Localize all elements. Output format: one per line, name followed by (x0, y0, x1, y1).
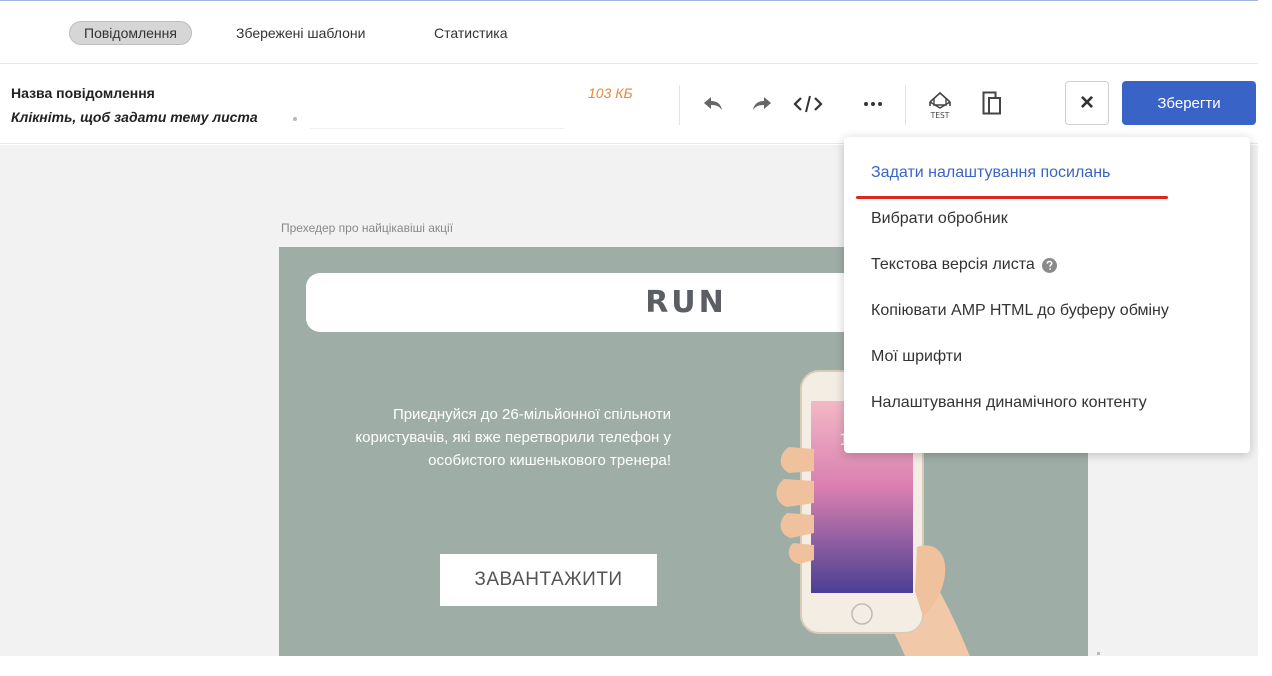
right-strip (1258, 0, 1272, 676)
redo-icon[interactable] (745, 87, 779, 121)
menu-item-text-version-label: Текстова версія листа (871, 256, 1035, 273)
subject-prompt[interactable]: Клікніть, щоб задати тему листа (11, 109, 258, 125)
bottom-strip (0, 656, 1272, 676)
tab-messages[interactable]: Повідомлення (69, 21, 192, 45)
test-email-icon[interactable]: TEST (923, 87, 957, 121)
close-icon: × (1079, 89, 1094, 116)
menu-item-link-settings[interactable]: Задати налаштування посилань (871, 164, 1110, 182)
tab-statistics[interactable]: Статистика (420, 21, 522, 45)
copy-icon[interactable] (975, 87, 1009, 121)
menu-item-my-fonts[interactable]: Мої шрифти (871, 348, 962, 366)
menu-item-copy-amp[interactable]: Копіювати AMP HTML до буферу обміну (871, 302, 1169, 320)
test-icon-text: TEST (930, 111, 950, 120)
highlight-underline (856, 196, 1168, 199)
undo-icon[interactable] (696, 87, 730, 121)
help-icon[interactable] (1041, 257, 1057, 273)
menu-item-dynamic-content[interactable]: Налаштування динамічного контенту (871, 394, 1147, 412)
app-root: Повідомлення Збережені шаблони Статистик… (0, 0, 1272, 676)
toolbar-divider (679, 85, 680, 125)
more-icon[interactable] (856, 87, 890, 121)
promo-text[interactable]: Приєднуйся до 26-мільйонної спільноти ко… (307, 403, 671, 472)
preheader-text[interactable]: Прехедер про найцікавіші акції (281, 221, 453, 235)
close-button[interactable]: × (1065, 81, 1109, 125)
toolbar-divider (905, 85, 906, 125)
tab-saved-templates[interactable]: Збережені шаблони (222, 21, 379, 45)
message-name[interactable]: Назва повідомлення (11, 85, 155, 101)
subject-input[interactable] (310, 107, 564, 129)
save-button[interactable]: Зберегти (1122, 81, 1256, 125)
message-size: 103 КБ (588, 85, 633, 101)
top-tabs: Повідомлення Збережені шаблони Статистик… (0, 0, 1258, 64)
menu-item-choose-handler[interactable]: Вибрати обробник (871, 210, 1008, 228)
code-icon[interactable] (791, 87, 825, 121)
more-options-menu: Задати налаштування посилань Вибрати обр… (844, 137, 1250, 453)
resize-handle[interactable] (1097, 652, 1100, 655)
subject-dot (293, 117, 297, 121)
menu-item-text-version[interactable]: Текстова версія листа (871, 256, 1057, 274)
editor-toolbar: Назва повідомлення Клікніть, щоб задати … (0, 65, 1258, 144)
download-button[interactable]: ЗАВАНТАЖИТИ (440, 554, 657, 606)
